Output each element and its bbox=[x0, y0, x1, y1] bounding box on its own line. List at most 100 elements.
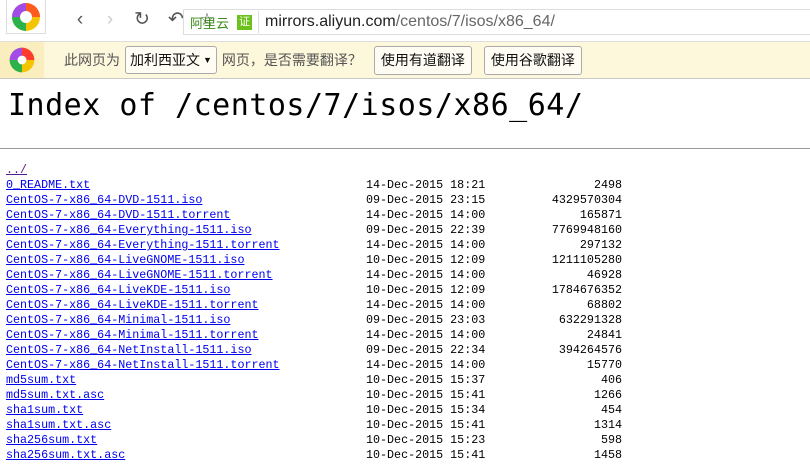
file-date: 14-Dec-2015 14:00 bbox=[366, 358, 486, 372]
file-link[interactable]: sha1sum.txt bbox=[6, 403, 83, 418]
file-link[interactable]: CentOS-7-x86_64-DVD-1511.torrent bbox=[6, 208, 230, 223]
file-size: 454 bbox=[600, 403, 622, 417]
file-date: 14-Dec-2015 14:00 bbox=[366, 238, 486, 252]
table-row: md5sum.txt 10-Dec-2015 15:37 406 bbox=[0, 373, 810, 388]
file-link[interactable]: 0_README.txt bbox=[6, 178, 90, 193]
table-row: CentOS-7-x86_64-Everything-1511.iso 09-De… bbox=[0, 223, 810, 238]
table-row: sha1sum.txt 10-Dec-2015 15:34 454 bbox=[0, 403, 810, 418]
file-link[interactable]: CentOS-7-x86_64-Minimal-1511.iso bbox=[6, 313, 230, 328]
file-date: 10-Dec-2015 15:23 bbox=[366, 433, 486, 447]
file-size: 297132 bbox=[579, 238, 622, 252]
table-row: sha1sum.txt.asc 10-Dec-2015 15:41 1314 bbox=[0, 418, 810, 433]
file-link[interactable]: md5sum.txt.asc bbox=[6, 388, 104, 403]
site-label: 阿里云 bbox=[190, 15, 230, 31]
url-path: /centos/7/isos/x86_64/ bbox=[395, 13, 555, 30]
table-row: CentOS-7-x86_64-LiveGNOME-1511.iso 10-Dec… bbox=[0, 253, 810, 268]
file-date: 09-Dec-2015 23:15 bbox=[366, 193, 486, 207]
translate-prefix: 此网页为 bbox=[64, 52, 120, 68]
file-size: 2498 bbox=[593, 178, 622, 192]
file-date: 14-Dec-2015 14:00 bbox=[366, 208, 486, 222]
file-size: 1314 bbox=[593, 418, 622, 432]
file-link[interactable]: sha256sum.txt.asc bbox=[6, 448, 125, 463]
file-link[interactable]: CentOS-7-x86_64-LiveGNOME-1511.torrent bbox=[6, 268, 273, 283]
file-size: 15770 bbox=[586, 358, 622, 372]
translate-logo-icon bbox=[0, 42, 44, 78]
file-date: 09-Dec-2015 22:34 bbox=[366, 343, 486, 357]
url-host: mirrors.aliyun.com bbox=[265, 13, 396, 30]
table-row: CentOS-7-x86_64-DVD-1511.iso 09-Dec-2015 … bbox=[0, 193, 810, 208]
file-date: 10-Dec-2015 15:37 bbox=[366, 373, 486, 387]
file-link[interactable]: CentOS-7-x86_64-Minimal-1511.torrent bbox=[6, 328, 259, 343]
page-title: Index of /centos/7/isos/x86_64/ bbox=[8, 88, 584, 123]
file-link[interactable]: CentOS-7-x86_64-LiveKDE-1511.iso bbox=[6, 283, 230, 298]
file-link[interactable]: CentOS-7-x86_64-Everything-1511.iso bbox=[6, 223, 251, 238]
file-listing: ../ 0_README.txt 14-Dec-2015 18:21 2498 Cen… bbox=[0, 163, 810, 463]
file-link[interactable]: CentOS-7-x86_64-LiveKDE-1511.torrent bbox=[6, 298, 259, 313]
table-row: CentOS-7-x86_64-Everything-1511.torrent 1… bbox=[0, 238, 810, 253]
file-link[interactable]: CentOS-7-x86_64-Everything-1511.torrent bbox=[6, 238, 280, 253]
youdao-translate-button[interactable]: 使用有道翻译 bbox=[373, 45, 472, 75]
parent-row: ../ bbox=[0, 163, 810, 178]
file-size: 598 bbox=[600, 433, 622, 447]
file-size: 4329570304 bbox=[551, 193, 622, 207]
file-link[interactable]: sha256sum.txt bbox=[6, 433, 97, 448]
language-select[interactable]: 加利西亚文 ▼ bbox=[125, 46, 217, 74]
file-date: 10-Dec-2015 12:09 bbox=[366, 283, 486, 297]
file-size: 632291328 bbox=[558, 313, 622, 327]
file-date: 10-Dec-2015 12:09 bbox=[366, 253, 486, 267]
table-row: CentOS-7-x86_64-DVD-1511.torrent 14-Dec-2… bbox=[0, 208, 810, 223]
file-link[interactable]: CentOS-7-x86_64-NetInstall-1511.iso bbox=[6, 343, 251, 358]
file-date: 14-Dec-2015 18:21 bbox=[366, 178, 486, 192]
table-row: CentOS-7-x86_64-LiveGNOME-1511.torrent 14… bbox=[0, 268, 810, 283]
file-size: 46928 bbox=[586, 268, 622, 282]
file-size: 68802 bbox=[586, 298, 622, 312]
browser-toolbar: ‹ › ↻ ↶ ☆ 阿里云 证 mirrors.aliyun.com/cento… bbox=[0, 0, 810, 42]
table-row: CentOS-7-x86_64-Minimal-1511.iso 09-Dec-2… bbox=[0, 313, 810, 328]
chevron-down-icon: ▼ bbox=[203, 55, 212, 65]
file-date: 10-Dec-2015 15:41 bbox=[366, 418, 486, 432]
file-date: 10-Dec-2015 15:41 bbox=[366, 388, 486, 402]
address-bar[interactable]: 阿里云 证 mirrors.aliyun.com/centos/7/isos/x… bbox=[183, 9, 810, 35]
back-button[interactable]: ‹ bbox=[70, 10, 90, 30]
table-row: CentOS-7-x86_64-NetInstall-1511.torrent 1… bbox=[0, 358, 810, 373]
reload-icon[interactable]: ↻ bbox=[132, 10, 152, 30]
table-row: md5sum.txt.asc 10-Dec-2015 15:41 1266 bbox=[0, 388, 810, 403]
file-size: 165871 bbox=[579, 208, 622, 222]
table-row: CentOS-7-x86_64-LiveKDE-1511.torrent 14-D… bbox=[0, 298, 810, 313]
file-size: 24841 bbox=[586, 328, 622, 342]
table-row: sha256sum.txt 10-Dec-2015 15:23 598 bbox=[0, 433, 810, 448]
file-link[interactable]: md5sum.txt bbox=[6, 373, 76, 388]
table-row: CentOS-7-x86_64-NetInstall-1511.iso 09-De… bbox=[0, 343, 810, 358]
table-row: CentOS-7-x86_64-Minimal-1511.torrent 14-D… bbox=[0, 328, 810, 343]
parent-directory-link[interactable]: ../ bbox=[6, 163, 27, 178]
file-link[interactable]: CentOS-7-x86_64-NetInstall-1511.torrent bbox=[6, 358, 280, 373]
translate-suffix: 网页，是否需要翻译？ bbox=[221, 52, 362, 68]
forward-button[interactable]: › bbox=[100, 10, 120, 30]
file-date: 10-Dec-2015 15:34 bbox=[366, 403, 486, 417]
file-size: 1211105280 bbox=[551, 253, 622, 267]
language-value: 加利西亚文 bbox=[130, 52, 200, 68]
file-date: 14-Dec-2015 14:00 bbox=[366, 268, 486, 282]
certificate-icon[interactable]: 证 bbox=[237, 14, 253, 30]
file-link[interactable]: CentOS-7-x86_64-LiveGNOME-1511.iso bbox=[6, 253, 244, 268]
file-date: 09-Dec-2015 23:03 bbox=[366, 313, 486, 327]
divider bbox=[258, 11, 260, 33]
translate-bar: 此网页为 加利西亚文 ▼ 网页，是否需要翻译？ 使用有道翻译 使用谷歌翻译 bbox=[0, 42, 810, 79]
file-size: 394264576 bbox=[558, 343, 622, 357]
file-size: 1458 bbox=[593, 448, 622, 462]
divider bbox=[0, 148, 810, 149]
table-row: 0_README.txt 14-Dec-2015 18:21 2498 bbox=[0, 178, 810, 193]
table-row: CentOS-7-x86_64-LiveKDE-1511.iso 10-Dec-2… bbox=[0, 283, 810, 298]
file-date: 14-Dec-2015 14:00 bbox=[366, 328, 486, 342]
browser-logo-icon[interactable] bbox=[6, 0, 46, 34]
file-size: 1266 bbox=[593, 388, 622, 402]
file-date: 14-Dec-2015 14:00 bbox=[366, 298, 486, 312]
file-link[interactable]: sha1sum.txt.asc bbox=[6, 418, 111, 433]
file-size: 7769948160 bbox=[551, 223, 622, 237]
file-date: 09-Dec-2015 22:39 bbox=[366, 223, 486, 237]
table-row: sha256sum.txt.asc 10-Dec-2015 15:41 1458 bbox=[0, 448, 810, 463]
file-size: 1784676352 bbox=[551, 283, 622, 297]
file-link[interactable]: CentOS-7-x86_64-DVD-1511.iso bbox=[6, 193, 202, 208]
google-translate-button[interactable]: 使用谷歌翻译 bbox=[483, 45, 582, 75]
file-date: 10-Dec-2015 15:41 bbox=[366, 448, 486, 462]
